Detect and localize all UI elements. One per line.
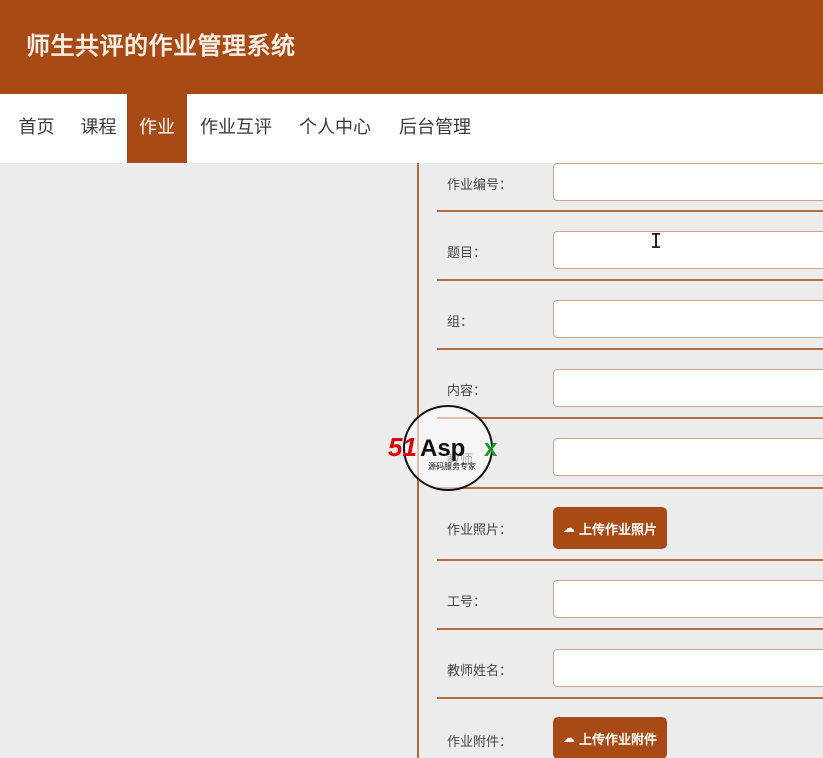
staff-id-input[interactable]: [553, 580, 823, 618]
form-row-teacher-name: 教师姓名：: [419, 630, 823, 698]
text-cursor-icon: I: [650, 229, 663, 253]
content-input[interactable]: [553, 369, 823, 407]
nav-item-personal-center[interactable]: 个人中心: [292, 94, 378, 163]
title-input[interactable]: [553, 231, 823, 269]
homework-attachment-label: 作业附件：: [447, 735, 513, 750]
teacher-name-input[interactable]: [553, 649, 823, 687]
left-content-area: [0, 163, 417, 758]
svg-text:源码服务专家: 源码服务专家: [428, 461, 476, 471]
form-row-title: 题目：: [419, 212, 823, 280]
homework-id-input[interactable]: [553, 163, 823, 201]
cloud-upload-icon: ☁: [563, 731, 575, 745]
homework-id-label: 作业编号：: [447, 178, 513, 193]
form-row-homework-id: 作业编号：: [419, 163, 823, 211]
upload-homework-attachment-button[interactable]: ☁ 上传作业附件: [553, 717, 668, 758]
watermark-logo: 51 Asp x 源码服务专家: [388, 405, 498, 491]
homework-photo-label: 作业照片：: [447, 523, 513, 538]
app-header: 师生共评的作业管理系统: [0, 0, 823, 94]
cloud-upload-icon: ☁: [563, 521, 575, 535]
svg-text:51: 51: [388, 432, 417, 462]
teacher-input[interactable]: [553, 438, 823, 476]
svg-text:Asp: Asp: [420, 435, 465, 462]
group-label: 组：: [447, 315, 474, 330]
nav-item-home[interactable]: 首页: [10, 94, 63, 163]
nav-item-courses[interactable]: 课程: [72, 94, 125, 163]
upload-attachment-label: 上传作业附件: [579, 732, 658, 748]
main-nav: 首页 课程 作业 作业互评 个人中心 后台管理: [0, 94, 823, 163]
form-row-staff-id: 工号：: [419, 561, 823, 629]
nav-item-homework[interactable]: 作业: [127, 94, 187, 163]
staff-id-label: 工号：: [447, 595, 487, 610]
form-row-homework-attachment: 作业附件： ☁ 上传作业附件: [419, 699, 823, 758]
nav-item-peer-review[interactable]: 作业互评: [193, 94, 279, 163]
svg-text:x: x: [484, 435, 498, 462]
group-input[interactable]: [553, 300, 823, 338]
form-row-homework-photo: 作业照片： ☁ 上传作业照片: [419, 489, 823, 559]
title-label: 题目：: [447, 246, 487, 261]
upload-photo-label: 上传作业照片: [579, 522, 658, 538]
nav-item-admin[interactable]: 后台管理: [392, 94, 478, 163]
form-row-group: 组：: [419, 281, 823, 349]
app-title: 师生共评的作业管理系统: [26, 32, 296, 60]
teacher-name-label: 教师姓名：: [447, 664, 513, 679]
content-label: 内容：: [447, 384, 487, 399]
upload-homework-photo-button[interactable]: ☁ 上传作业照片: [553, 507, 668, 549]
